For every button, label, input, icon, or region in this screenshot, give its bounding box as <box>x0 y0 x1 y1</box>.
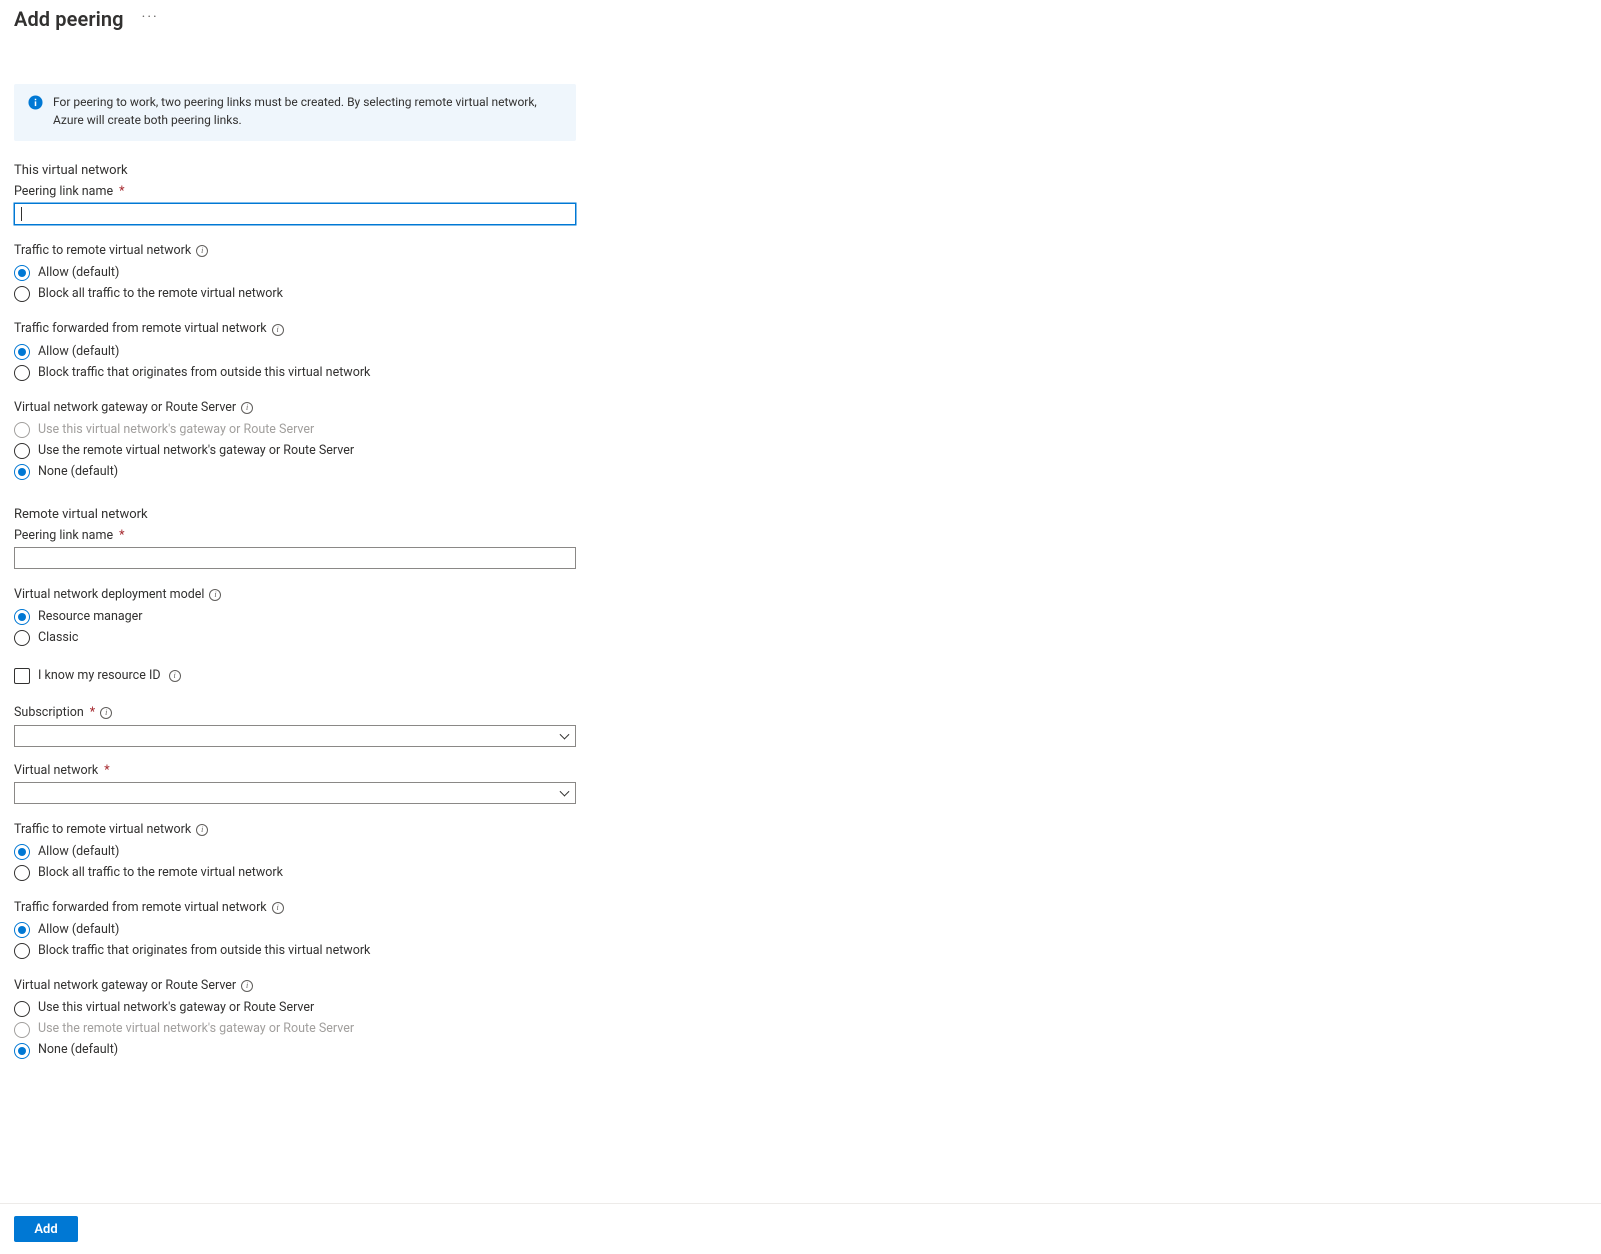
checkbox-label: I know my resource ID <box>38 668 161 684</box>
this-traffic-fwd-allow-radio[interactable]: Allow (default) <box>14 343 576 361</box>
this-gateway-use-this-radio: Use this virtual network's gateway or Ro… <box>14 421 576 439</box>
help-icon[interactable]: i <box>196 245 208 257</box>
required-icon: * <box>90 705 95 721</box>
remote-gateway-use-this-radio[interactable]: Use this virtual network's gateway or Ro… <box>14 1000 576 1018</box>
this-link-name-input[interactable] <box>14 203 576 225</box>
radio-label: Allow (default) <box>38 922 119 938</box>
radio-label: None (default) <box>38 464 118 480</box>
radio-icon <box>14 844 30 860</box>
radio-icon <box>14 1022 30 1038</box>
subscription-label: Subscription <box>14 705 84 721</box>
deploy-model-rm-radio[interactable]: Resource manager <box>14 608 576 626</box>
radio-icon <box>14 943 30 959</box>
help-icon[interactable]: i <box>241 980 253 992</box>
remote-link-name-input[interactable] <box>14 547 576 569</box>
help-icon[interactable]: i <box>209 589 221 601</box>
help-icon[interactable]: i <box>241 402 253 414</box>
radio-label: None (default) <box>38 1042 118 1058</box>
radio-icon <box>14 286 30 302</box>
radio-label: Block all traffic to the remote virtual … <box>38 286 283 302</box>
radio-icon <box>14 344 30 360</box>
radio-icon <box>14 865 30 881</box>
info-icon <box>28 95 43 110</box>
remote-deploy-model-label: Virtual network deployment model <box>14 587 204 603</box>
radio-label: Use the remote virtual network's gateway… <box>38 443 354 459</box>
this-traffic-to-allow-radio[interactable]: Allow (default) <box>14 264 576 282</box>
radio-label: Allow (default) <box>38 265 119 281</box>
radio-icon <box>14 1001 30 1017</box>
remote-traffic-fwd-label: Traffic forwarded from remote virtual ne… <box>14 900 267 916</box>
radio-label: Use this virtual network's gateway or Ro… <box>38 1000 314 1016</box>
remote-traffic-fwd-block-radio[interactable]: Block traffic that originates from outsi… <box>14 942 576 960</box>
radio-label: Allow (default) <box>38 344 119 360</box>
help-icon[interactable]: i <box>272 902 284 914</box>
radio-label: Allow (default) <box>38 844 119 860</box>
remote-traffic-to-block-radio[interactable]: Block all traffic to the remote virtual … <box>14 864 576 882</box>
radio-label: Block traffic that originates from outsi… <box>38 365 370 381</box>
help-icon[interactable]: i <box>272 324 284 336</box>
checkbox-icon <box>14 668 30 684</box>
more-commands-button[interactable]: ··· <box>142 8 159 26</box>
help-icon[interactable]: i <box>169 670 181 682</box>
subscription-select[interactable] <box>14 725 576 747</box>
page-title: Add peering <box>14 6 124 32</box>
radio-label: Block all traffic to the remote virtual … <box>38 865 283 881</box>
add-button[interactable]: Add <box>14 1216 78 1242</box>
radio-icon <box>14 922 30 938</box>
this-traffic-to-block-radio[interactable]: Block all traffic to the remote virtual … <box>14 285 576 303</box>
help-icon[interactable]: i <box>196 824 208 836</box>
text-caret-icon <box>21 207 22 221</box>
remote-traffic-fwd-allow-radio[interactable]: Allow (default) <box>14 921 576 939</box>
remote-traffic-to-allow-radio[interactable]: Allow (default) <box>14 843 576 861</box>
section-this-vnet: This virtual network <box>14 163 576 180</box>
radio-icon <box>14 443 30 459</box>
radio-label: Classic <box>38 630 78 646</box>
know-resource-id-checkbox[interactable]: I know my resource ID i <box>14 667 576 685</box>
this-gateway-use-remote-radio[interactable]: Use the remote virtual network's gateway… <box>14 442 576 460</box>
radio-icon <box>14 1043 30 1059</box>
required-icon: * <box>104 763 109 779</box>
this-traffic-fwd-block-radio[interactable]: Block traffic that originates from outsi… <box>14 364 576 382</box>
remote-gateway-use-remote-radio: Use the remote virtual network's gateway… <box>14 1021 576 1039</box>
radio-label: Use the remote virtual network's gateway… <box>38 1021 354 1037</box>
section-remote-vnet: Remote virtual network <box>14 507 576 524</box>
radio-icon <box>14 365 30 381</box>
required-icon: * <box>119 184 124 200</box>
remote-gateway-label: Virtual network gateway or Route Server <box>14 978 236 994</box>
remote-gateway-none-radio[interactable]: None (default) <box>14 1042 576 1060</box>
this-link-name-label: Peering link name <box>14 184 113 200</box>
vnet-label: Virtual network <box>14 763 98 779</box>
help-icon[interactable]: i <box>100 707 112 719</box>
required-icon: * <box>119 528 124 544</box>
deploy-model-classic-radio[interactable]: Classic <box>14 629 576 647</box>
info-text: For peering to work, two peering links m… <box>53 94 562 129</box>
radio-label: Use this virtual network's gateway or Ro… <box>38 422 314 438</box>
radio-icon <box>14 422 30 438</box>
radio-icon <box>14 630 30 646</box>
remote-traffic-to-label: Traffic to remote virtual network <box>14 822 191 838</box>
info-banner: For peering to work, two peering links m… <box>14 84 576 141</box>
radio-label: Resource manager <box>38 609 143 625</box>
radio-icon <box>14 609 30 625</box>
this-traffic-fwd-label: Traffic forwarded from remote virtual ne… <box>14 321 267 337</box>
remote-link-name-label: Peering link name <box>14 528 113 544</box>
radio-label: Block traffic that originates from outsi… <box>38 943 370 959</box>
this-gateway-none-radio[interactable]: None (default) <box>14 463 576 481</box>
radio-icon <box>14 464 30 480</box>
this-gateway-label: Virtual network gateway or Route Server <box>14 400 236 416</box>
vnet-select[interactable] <box>14 782 576 804</box>
radio-icon <box>14 265 30 281</box>
footer-toolbar: Add <box>0 1203 1601 1254</box>
this-traffic-to-label: Traffic to remote virtual network <box>14 243 191 259</box>
